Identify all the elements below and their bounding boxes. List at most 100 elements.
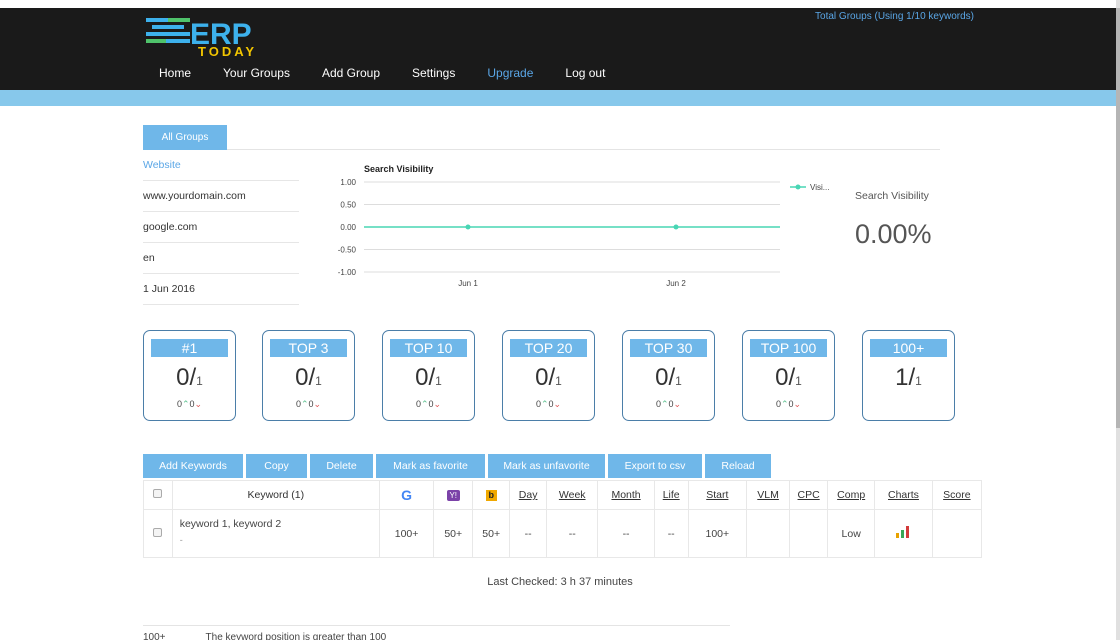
nav-log-out[interactable]: Log out [549, 62, 621, 84]
charts-header[interactable]: Charts [874, 480, 933, 510]
rank-box-top3[interactable]: TOP 3 0/1 0⌃0⌄ [262, 330, 355, 421]
mark-favorite-button[interactable]: Mark as favorite [376, 454, 485, 478]
week-header[interactable]: Week [546, 480, 599, 510]
table-row[interactable]: keyword 1, keyword 2 - 100+ 50+ 50+ -- --… [143, 509, 983, 558]
rank-box-top1[interactable]: #1 0/1 0⌃0⌄ [143, 330, 236, 421]
start-header[interactable]: Start [687, 480, 748, 510]
chart-title: Search Visibility [364, 164, 433, 174]
row-checkbox[interactable] [153, 527, 163, 537]
main-nav: Home Your Groups Add Group Settings Upgr… [143, 62, 621, 84]
score-header[interactable]: Score [931, 480, 983, 510]
keyword-header[interactable]: Keyword (1) [171, 480, 380, 510]
google-icon: G [401, 487, 413, 503]
rank-value-number: 1 [895, 364, 909, 391]
rank-box-top20[interactable]: TOP 20 0/1 0⌃0⌄ [502, 330, 595, 421]
life-header[interactable]: Life [653, 480, 689, 510]
rank-title: #1 [151, 339, 228, 357]
rank-count: 0/1 [295, 364, 322, 391]
nav-settings[interactable]: Settings [396, 62, 471, 84]
rank-total: 1 [555, 374, 562, 388]
rank-change: 0⌃0⌄ [623, 399, 714, 410]
copy-button[interactable]: Copy [246, 454, 307, 478]
cpc-cell [789, 509, 829, 558]
keyword-subtext: - [179, 535, 183, 545]
rank-value-number: 0 [415, 364, 429, 391]
website-heading[interactable]: Website [143, 150, 299, 181]
month-header[interactable]: Month [597, 480, 655, 510]
comp-cell: Low [827, 509, 876, 558]
website-info-panel: Website www.yourdomain.com google.com en… [143, 150, 299, 305]
arrow-up-icon: ⌃ [300, 399, 309, 409]
rank-value-number: 0 [535, 364, 549, 391]
y-tick-label: -1.00 [338, 268, 357, 277]
arrow-down-icon: ⌄ [553, 399, 562, 409]
yahoo-header[interactable]: Y! [433, 480, 474, 510]
arrow-down-icon: ⌄ [433, 399, 442, 409]
website-domain: www.yourdomain.com [143, 181, 299, 212]
google-header[interactable]: G [378, 480, 435, 510]
rank-value-number: 0 [775, 364, 789, 391]
day-header[interactable]: Day [509, 480, 548, 510]
keyword-table: Keyword (1) G Y! b Day Week Month Life S… [143, 480, 983, 558]
add-keywords-button[interactable]: Add Keywords [143, 454, 243, 478]
google-rank-cell: 100+ [378, 509, 435, 558]
bing-header[interactable]: b [472, 480, 511, 510]
rank-title: TOP 30 [630, 339, 707, 357]
arrow-down-icon: ⌄ [793, 399, 802, 409]
rank-change: 0⌃0⌄ [383, 399, 474, 410]
vlm-header[interactable]: VLM [746, 480, 791, 510]
arrow-down-icon: ⌄ [313, 399, 322, 409]
rank-change: 0⌃0⌄ [743, 399, 834, 410]
rank-total: 1 [675, 374, 682, 388]
search-engine: google.com [143, 212, 299, 243]
keyword-actions: Add Keywords Copy Delete Mark as favorit… [143, 454, 771, 478]
bing-rank-cell: 50+ [472, 509, 511, 558]
cpc-header[interactable]: CPC [789, 480, 829, 510]
nav-add-group[interactable]: Add Group [306, 62, 396, 84]
bar-chart-icon[interactable] [896, 526, 910, 538]
keyword-text: keyword 1, keyword 2 [179, 518, 282, 530]
rank-title: TOP 100 [750, 339, 827, 357]
legend-key: 100+ [143, 632, 166, 640]
last-checked-text: Last Checked: 3 h 37 minutes [487, 576, 633, 588]
rank-box-100plus[interactable]: 100+ 1/1 [862, 330, 955, 421]
nav-home[interactable]: Home [143, 62, 207, 84]
x-tick-label: Jun 1 [458, 279, 478, 288]
arrow-up-icon: ⌃ [780, 399, 789, 409]
x-tick-label: Jun 2 [666, 279, 686, 288]
page-scrollbar[interactable] [1116, 0, 1120, 640]
nav-upgrade[interactable]: Upgrade [471, 62, 549, 84]
rank-total: 1 [315, 374, 322, 388]
select-all-checkbox[interactable] [153, 489, 163, 498]
rank-value-number: 0 [295, 364, 309, 391]
delete-button[interactable]: Delete [310, 454, 373, 478]
rank-count: 0/1 [176, 364, 203, 391]
reload-button[interactable]: Reload [705, 454, 771, 478]
table-header-row: Keyword (1) G Y! b Day Week Month Life S… [143, 480, 983, 510]
nav-your-groups[interactable]: Your Groups [207, 62, 306, 84]
vlm-cell [746, 509, 791, 558]
serp-today-logo[interactable]: ERP TODAY [146, 14, 296, 58]
mark-unfavorite-button[interactable]: Mark as unfavorite [488, 454, 605, 478]
charts-cell[interactable] [874, 509, 933, 558]
y-tick-label: -0.50 [338, 246, 357, 255]
top-strip [0, 0, 1120, 8]
tab-all-groups[interactable]: All Groups [143, 125, 227, 150]
day-cell: -- [509, 509, 548, 558]
arrow-up-icon: ⌃ [540, 399, 549, 409]
total-groups-link[interactable]: Total Groups (Using 1/10 keywords) [815, 11, 974, 22]
keyword-cell[interactable]: keyword 1, keyword 2 - [171, 509, 380, 558]
rank-change: 0⌃0⌄ [144, 399, 235, 410]
header-bar: ERP TODAY Total Groups (Using 1/10 keywo… [0, 8, 1116, 90]
rank-title: TOP 3 [270, 339, 347, 357]
yahoo-rank-cell: 50+ [433, 509, 474, 558]
legend-divider [143, 625, 730, 626]
export-csv-button[interactable]: Export to csv [608, 454, 702, 478]
start-date: 1 Jun 2016 [143, 274, 299, 305]
rank-box-top100[interactable]: TOP 100 0/1 0⌃0⌄ [742, 330, 835, 421]
scrollbar-thumb[interactable] [1116, 8, 1120, 428]
select-all-cell [143, 480, 173, 510]
rank-box-top10[interactable]: TOP 10 0/1 0⌃0⌄ [382, 330, 475, 421]
rank-box-top30[interactable]: TOP 30 0/1 0⌃0⌄ [622, 330, 715, 421]
comp-header[interactable]: Comp [827, 480, 876, 510]
